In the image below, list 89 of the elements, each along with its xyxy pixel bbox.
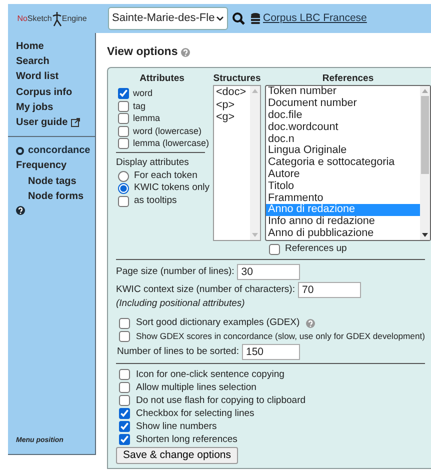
scroll-down-icon (422, 233, 428, 238)
references-listbox[interactable]: Token number Document number doc.file doc.wordcount doc.n Lingua Originale Categoria e sottocategoria Autore Titolo Frammento Anno di redazione Info anno di redazione Anno di pubblicazione (265, 85, 431, 242)
column-heading: Attributes (138, 73, 186, 86)
checkbox-label: Shorten long references (136, 432, 238, 446)
checkbox-label: Icon for one-click sentence copying (136, 368, 284, 381)
checkbox-label: Show line numbers (136, 420, 217, 433)
list-option[interactable]: Anno di pubblicazione (266, 228, 420, 240)
checkbox[interactable] (118, 196, 129, 206)
checkbox-label: Allow multiple lines selection (136, 380, 256, 394)
checkbox[interactable] (119, 408, 130, 419)
scroll-down-icon (252, 233, 258, 238)
section-label: Display attributes (116, 156, 190, 169)
list-option[interactable]: Categoria e sottocategoria (266, 157, 420, 169)
checkbox[interactable] (118, 100, 129, 112)
page-title: View options (107, 45, 178, 60)
menu-link[interactable]: Node tags (16, 174, 95, 189)
search-icon (232, 12, 245, 25)
corpus-select[interactable]: Sainte-Marie-des-Fle (108, 7, 228, 30)
checkbox[interactable] (119, 394, 130, 406)
checkbox-label: Show GDEX scores in concordance (slow, use only for GDEX development) (136, 330, 425, 343)
radio-label: For each token (134, 170, 198, 182)
list-option[interactable]: Autore (266, 168, 420, 181)
checkbox[interactable] (119, 382, 130, 393)
checkbox[interactable] (118, 126, 129, 137)
radio-button[interactable] (118, 170, 129, 182)
checkbox-label: Checkbox for selecting lines (136, 406, 254, 420)
input-field[interactable]: 30 (237, 264, 300, 280)
checkbox-label: as tooltips (134, 194, 177, 208)
menu-link[interactable]: concordance (16, 143, 95, 158)
circle-icon (16, 146, 24, 155)
column-heading: References (321, 73, 375, 86)
input-field[interactable]: 150 (242, 344, 300, 360)
checkbox-label: Sort good dictionary examples (GDEX) (136, 316, 300, 330)
save-button[interactable]: Save & change options (116, 446, 238, 464)
database-icon (251, 13, 260, 24)
checkbox-label: References up (285, 243, 347, 256)
checkbox-label: lemma (133, 112, 160, 125)
list-option[interactable]: <p> (214, 98, 250, 112)
checkbox-label: tag (133, 100, 146, 112)
radio-button[interactable] (118, 183, 129, 194)
help-icon[interactable] (16, 206, 25, 216)
menu-link[interactable]: Word list (16, 69, 95, 85)
scroll-up-icon (252, 89, 258, 94)
field-label: KWIC context size (number of characters): (116, 284, 295, 296)
menu-link[interactable]: User guide (16, 115, 95, 130)
checkbox[interactable] (118, 113, 129, 124)
search-button[interactable] (232, 12, 245, 25)
menu-link[interactable]: Frequency (16, 158, 95, 174)
menu-link[interactable]: Corpus info (16, 84, 95, 100)
caret-icon (216, 16, 224, 22)
corpus-link[interactable]: Corpus LBC Francese (263, 12, 367, 26)
scrollbar-thumb[interactable] (421, 96, 429, 174)
list-option[interactable]: doc.n (266, 134, 420, 146)
list-option[interactable]: Lingua Originale (266, 145, 420, 158)
checkbox[interactable] (119, 368, 130, 380)
checkbox[interactable] (119, 318, 130, 328)
checkbox[interactable] (118, 138, 129, 150)
input-field[interactable]: 70 (298, 282, 361, 298)
menu-link[interactable]: Search (16, 54, 95, 70)
column-heading: Structures (213, 73, 261, 86)
app-logo[interactable]: NoSketch Engine (8, 10, 96, 26)
checkbox-label: lemma (lowercase) (133, 137, 210, 150)
list-option[interactable]: doc.wordcount (266, 122, 420, 134)
list-option[interactable]: Document number (266, 98, 420, 110)
field-label: Page size (number of lines): (116, 266, 234, 278)
radio-label: KWIC tokens only (134, 182, 210, 195)
checkbox-label: word (133, 87, 153, 100)
field-label: Number of lines to be sorted: (117, 346, 239, 358)
structures-listbox[interactable]: <doc> <p> <g> (213, 85, 261, 242)
checkbox[interactable] (119, 434, 130, 445)
menu-link[interactable]: My jobs (16, 100, 95, 116)
checkbox[interactable] (118, 88, 129, 100)
list-option[interactable]: Frammento (266, 192, 420, 204)
list-option[interactable]: Titolo (266, 180, 420, 193)
note-text: (Including positional attributes) (116, 298, 246, 310)
list-option[interactable]: Info anno di redazione (266, 216, 420, 228)
list-option[interactable]: Token number (266, 86, 420, 98)
list-option[interactable]: <doc> (214, 86, 250, 99)
checkbox-label: word (lowercase) (133, 124, 202, 138)
checkbox[interactable] (119, 420, 130, 432)
menu-link[interactable]: Home (16, 39, 95, 54)
scroll-up-icon (422, 89, 428, 94)
external-link-icon (70, 118, 80, 128)
list-option[interactable]: doc.file (266, 110, 420, 122)
checkbox-label: Do not use flash for copying to clipboard (136, 394, 306, 407)
menu-link[interactable]: Node forms (16, 188, 95, 204)
checkbox[interactable] (119, 331, 130, 342)
list-option[interactable]: <g> (214, 111, 250, 124)
checkbox[interactable] (269, 244, 280, 256)
